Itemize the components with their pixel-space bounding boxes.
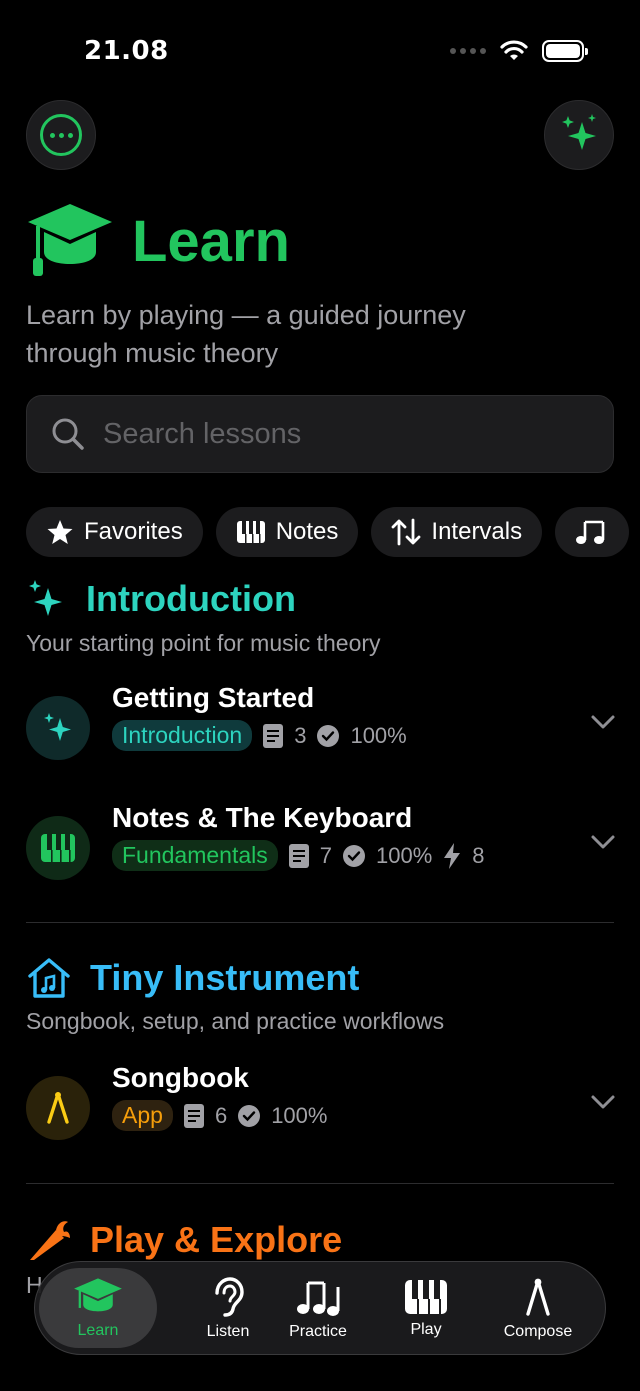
checkmark-circle-icon [238, 1104, 261, 1127]
lesson-progress: 100% [350, 722, 407, 748]
lesson-title: Songbook [112, 1062, 249, 1093]
tab-label: Practice [289, 1323, 347, 1340]
document-icon [183, 1103, 204, 1128]
lesson-songbook[interactable]: Songbook App 6 100% [26, 1062, 616, 1152]
sparkles-icon [44, 713, 71, 741]
tab-practice[interactable]: Practice [271, 1262, 365, 1356]
graduation-cap-icon [28, 204, 112, 276]
tab-play[interactable]: Play [381, 1262, 471, 1356]
chevron-down-icon[interactable] [590, 714, 616, 730]
section-title: Play & Explore [90, 1219, 343, 1260]
chip-label: Favorites [84, 518, 183, 545]
lesson-getting-started[interactable]: Getting Started Introduction 3 100% [26, 682, 616, 772]
more-options-button[interactable] [26, 100, 96, 170]
lesson-page-count: 7 [319, 842, 332, 868]
section-subtitle: Your starting point for music theory [26, 630, 381, 656]
chip-intervals[interactable]: Intervals [371, 507, 543, 557]
ear-icon [215, 1277, 244, 1317]
lesson-icon [26, 1076, 90, 1140]
lesson-xp: 8 [472, 842, 485, 868]
lesson-tag: App [112, 1100, 173, 1131]
compass-icon [526, 1278, 550, 1316]
graduation-cap-icon [74, 1278, 122, 1312]
sparkles-icon [29, 580, 62, 616]
ai-assistant-button[interactable] [544, 100, 614, 170]
cellular-signal-icon [450, 48, 486, 54]
lesson-icon [26, 696, 90, 760]
tab-label: Listen [206, 1323, 250, 1340]
sparkles-icon [562, 114, 596, 150]
tab-label: Compose [503, 1323, 573, 1340]
chevron-down-icon[interactable] [590, 834, 616, 850]
chip-label: Intervals [431, 518, 523, 545]
carrot-icon [30, 1221, 70, 1260]
document-icon [263, 723, 284, 748]
bolt-icon [444, 842, 461, 869]
lesson-icon [26, 816, 90, 880]
music-notes-icon [297, 1281, 340, 1316]
search-bar[interactable] [26, 395, 614, 473]
document-icon [288, 843, 309, 868]
checkmark-circle-icon [317, 724, 340, 747]
tab-compose[interactable]: Compose [491, 1262, 585, 1356]
section-tiny-instrument: Tiny Instrument Songbook, setup, and pra… [26, 956, 616, 1035]
section-title: Tiny Instrument [90, 957, 360, 998]
page-title: Learn [132, 208, 290, 274]
lesson-meta: App 6 100% [112, 1100, 327, 1131]
section-divider [26, 1183, 614, 1184]
tab-label: Play [410, 1321, 442, 1338]
status-time: 21.08 [84, 36, 169, 66]
chip-more[interactable] [555, 507, 630, 557]
subtitle-line-1: Learn by playing — a guided journey [26, 300, 466, 330]
star-icon [47, 520, 73, 544]
lesson-meta: Introduction 3 100% [112, 720, 407, 751]
compass-icon [47, 1092, 69, 1124]
chevron-down-icon[interactable] [590, 1094, 616, 1110]
lesson-title: Notes & The Keyboard [112, 802, 413, 833]
ellipsis-icon [40, 114, 82, 156]
chip-favorites[interactable]: Favorites [26, 507, 203, 557]
tab-learn[interactable]: Learn [39, 1268, 157, 1348]
wifi-icon [500, 40, 528, 60]
checkmark-circle-icon [343, 844, 365, 867]
lesson-tag: Introduction [112, 720, 253, 751]
lesson-progress: 100% [376, 842, 433, 868]
search-input[interactable] [103, 417, 563, 451]
lesson-meta: Fundamentals 7 100% 8 [112, 840, 485, 871]
tab-label: Learn [77, 1322, 119, 1339]
piano-keys-icon [41, 834, 75, 862]
filter-chips: Favorites Notes Intervals [26, 507, 630, 557]
subtitle-line-2: through music theory [26, 338, 279, 368]
tab-bar: Learn Listen Practice Play Compose [34, 1261, 606, 1355]
page-subtitle: Learn by playing — a guided journey thro… [26, 296, 616, 372]
piano-keys-icon [236, 521, 265, 543]
section-introduction: Introduction Your starting point for mus… [26, 576, 616, 657]
music-notes-icon [576, 520, 605, 544]
house-music-icon [28, 958, 70, 998]
lesson-tag: Fundamentals [112, 840, 278, 871]
tab-listen[interactable]: Listen [175, 1262, 281, 1356]
page-header: Learn Learn by playing — a guided journe… [26, 200, 616, 372]
search-icon [52, 418, 84, 450]
chip-label: Notes [275, 518, 339, 545]
chip-notes[interactable]: Notes [215, 507, 359, 557]
section-divider [26, 922, 614, 923]
lesson-notes-keyboard[interactable]: Notes & The Keyboard Fundamentals 7 100%… [26, 802, 616, 892]
section-subtitle: Songbook, setup, and practice workflows [26, 1008, 445, 1034]
lesson-page-count: 3 [294, 722, 307, 748]
lesson-title: Getting Started [112, 682, 315, 713]
status-bar: 21.08 [0, 0, 640, 100]
lesson-page-count: 6 [214, 1102, 228, 1128]
status-icons [450, 40, 588, 62]
piano-keys-icon [405, 1280, 447, 1314]
lesson-progress: 100% [271, 1102, 328, 1128]
battery-icon [542, 40, 588, 62]
section-title: Introduction [86, 578, 296, 619]
arrows-up-down-icon [392, 518, 421, 546]
